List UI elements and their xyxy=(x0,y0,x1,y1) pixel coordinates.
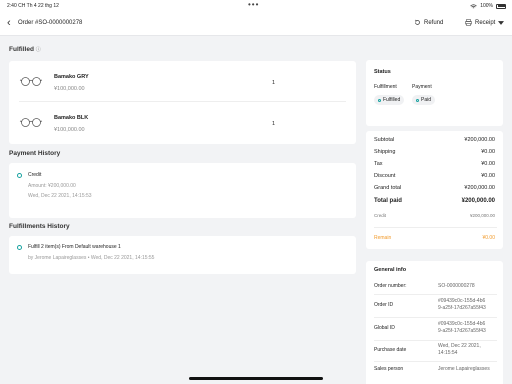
refund-button[interactable]: Refund xyxy=(414,19,443,26)
product-qty: 1 xyxy=(272,121,276,127)
purchase-date-row: Purchase date Wed, Dec 22 2021, 14:15:54 xyxy=(374,343,481,356)
receipt-dropdown[interactable]: Receipt xyxy=(465,19,505,26)
sales-person-row: Sales person Jerome Lapaireglasses xyxy=(374,366,490,372)
product-qty: 1 xyxy=(272,80,276,86)
page-title: Order #SO-0000000278 xyxy=(18,20,83,26)
remain-row: Remain ¥0.00 xyxy=(374,235,495,241)
list-item[interactable]: Bamako BLK ¥100,000.00 1 xyxy=(9,107,356,137)
status-dot-icon xyxy=(416,98,419,102)
fulfillment-line: Fulfill 2 item(s) From Default warehouse… xyxy=(28,244,121,250)
payment-history-card: Credit Amount: ¥200,000.00 Wed, Dec 22 2… xyxy=(9,163,356,218)
payment-status-badge: Paid xyxy=(412,95,436,105)
payment-amount: Amount: ¥200,000.00 xyxy=(28,183,76,189)
summary-row: Shipping ¥0.00 xyxy=(374,149,495,155)
payment-date: Wed, Dec 22 2021, 14:15:53 xyxy=(28,193,92,199)
summary-row: Discount ¥0.00 xyxy=(374,173,495,179)
divider xyxy=(19,101,346,102)
summary-row: Grand total ¥200,000.00 xyxy=(374,185,495,191)
fulfillment-by: by Jerome Lapaireglasses • Wed, Dec 22 2… xyxy=(28,255,155,261)
divider xyxy=(374,227,497,228)
divider xyxy=(374,294,497,295)
refund-icon xyxy=(414,19,420,25)
fulfillment-status-badge: Fulfilled xyxy=(374,95,405,105)
divider xyxy=(374,340,497,341)
multitask-dots-icon[interactable]: ••• xyxy=(248,0,259,9)
chevron-left-icon[interactable]: ‹ xyxy=(7,17,11,29)
order-id-row: Order ID #09439c0c-155d-4b6 9-a25f-17d26… xyxy=(374,298,486,311)
divider xyxy=(374,361,497,362)
home-indicator[interactable] xyxy=(189,377,323,380)
printer-icon xyxy=(465,19,472,26)
glasses-image xyxy=(19,118,43,127)
total-paid-row: Total paid ¥200,000.00 xyxy=(374,198,495,204)
glasses-image xyxy=(19,77,43,86)
timeline-dot-icon xyxy=(17,173,22,178)
fulfillment-label: Fulfillment xyxy=(374,84,397,90)
product-price: ¥100,000.00 xyxy=(54,86,85,92)
status-time: 2:40 CH Th 4 22 thg 12 xyxy=(7,3,59,9)
status-card: Status Fulfillment Payment Fulfilled Pai… xyxy=(366,60,503,126)
credit-row: Credit ¥200,000.00 xyxy=(374,213,495,218)
summary-row: Tax ¥0.00 xyxy=(374,161,495,167)
status-dot-icon xyxy=(378,98,381,102)
general-info-title: General info xyxy=(374,267,407,273)
order-number-row: Order number: SO-0000000278 xyxy=(374,283,475,289)
summary-row: Subtotal ¥200,000.00 xyxy=(374,137,495,143)
timeline-dot-icon xyxy=(17,245,22,250)
status-title: Status xyxy=(374,69,391,75)
fulfilled-section-title: Fulfilled ⓘ xyxy=(9,46,41,53)
fulfillments-history-card: Fulfill 2 item(s) From Default warehouse… xyxy=(9,236,356,274)
divider xyxy=(374,317,497,318)
global-id-row: Global ID #09439c0c-155d-4b6 9-a25f-17d2… xyxy=(374,321,486,334)
order-header: ‹ Order #SO-0000000278 Refund Receipt xyxy=(0,12,512,36)
general-info-card: General info Order number: SO-0000000278… xyxy=(366,261,503,384)
refund-label: Refund xyxy=(424,19,444,26)
system-status-bar: 2:40 CH Th 4 22 thg 12 ••• 100% xyxy=(0,0,512,12)
receipt-label: Receipt xyxy=(475,19,496,26)
fulfilled-items-card: Bamako GRY ¥100,000.00 1 Bamako BLK ¥100… xyxy=(9,61,356,144)
fulfillments-history-title: Fulfillments History xyxy=(9,223,70,230)
product-name: Bamako BLK xyxy=(54,115,89,121)
battery-icon xyxy=(496,3,506,9)
caret-down-icon xyxy=(498,20,505,25)
product-name: Bamako GRY xyxy=(54,74,89,80)
payment-history-title: Payment History xyxy=(9,150,61,157)
wifi-icon xyxy=(470,3,477,8)
order-summary-card: Subtotal ¥200,000.00 Shipping ¥0.00 Tax ¥0.… xyxy=(366,131,503,249)
payment-label: Payment xyxy=(412,84,432,90)
info-icon[interactable]: ⓘ xyxy=(36,47,41,53)
battery-percent: 100% xyxy=(480,3,493,9)
product-price: ¥100,000.00 xyxy=(54,127,85,133)
list-item[interactable]: Bamako GRY ¥100,000.00 1 xyxy=(9,66,356,96)
payment-method: Credit xyxy=(28,172,42,178)
